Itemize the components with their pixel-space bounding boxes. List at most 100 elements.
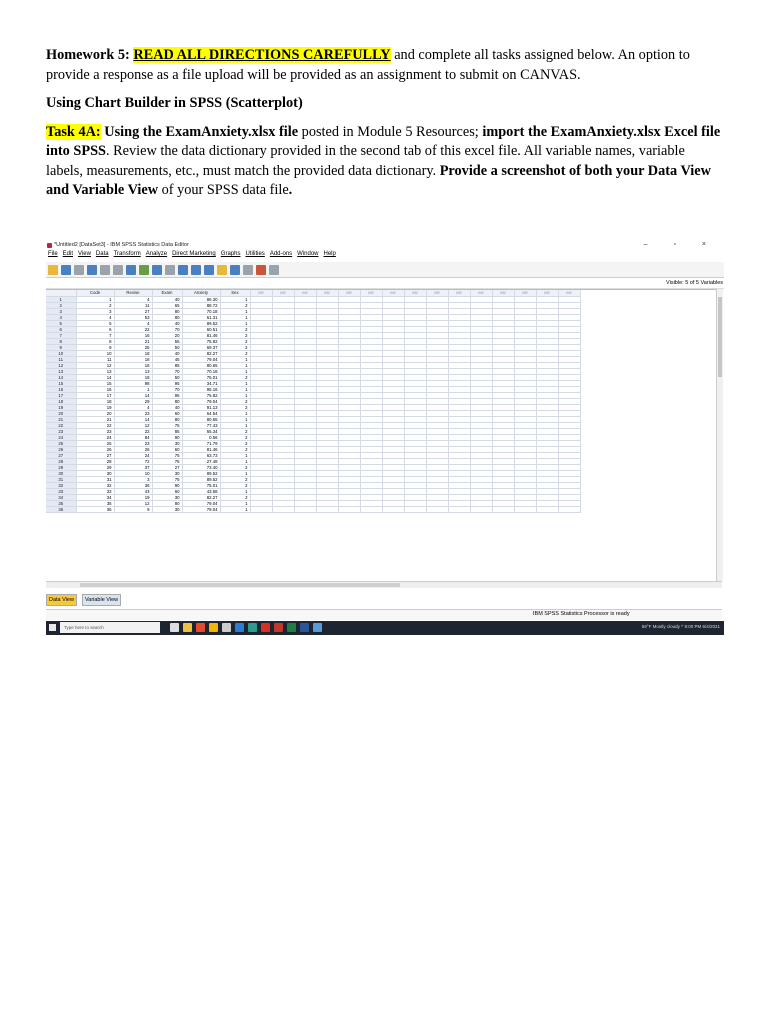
open-icon[interactable]: [48, 264, 58, 275]
menu-graphs[interactable]: Graphs: [221, 251, 241, 262]
menu-view[interactable]: View: [78, 251, 91, 262]
homework-document: Homework 5: READ ALL DIRECTIONS CAREFULL…: [46, 46, 722, 201]
use-sets-icon[interactable]: [256, 264, 266, 275]
empty-cell[interactable]: [338, 506, 361, 513]
file-explorer-icon[interactable]: [183, 623, 192, 632]
edge-icon[interactable]: [235, 623, 244, 632]
empty-cell[interactable]: [294, 506, 317, 513]
horizontal-scroll-thumb[interactable]: [80, 583, 400, 587]
value-labels-icon[interactable]: [243, 264, 253, 275]
menu-utilities[interactable]: Utilities: [245, 251, 264, 262]
tab-data-view[interactable]: Data View: [46, 594, 77, 606]
save-icon[interactable]: [61, 264, 71, 275]
section-heading-text: Using Chart Builder in SPSS (Scatterplot…: [46, 95, 303, 111]
spss-screenshot: *Untitled2 [DataSet3] - IBM SPSS Statist…: [46, 241, 724, 636]
menu-file[interactable]: File: [48, 251, 58, 262]
spss-menu-bar: File Edit View Data Transform Analyze Direct M…: [46, 251, 724, 262]
select-cases-icon[interactable]: [230, 264, 240, 275]
vertical-scrollbar[interactable]: [716, 289, 723, 581]
table-row: 36 36 9 30 79.04 1: [46, 506, 581, 513]
undo-icon[interactable]: [100, 264, 110, 275]
cell-revise[interactable]: 9: [114, 506, 153, 513]
menu-add-ons[interactable]: Add-ons: [270, 251, 292, 262]
menu-edit[interactable]: Edit: [63, 251, 73, 262]
empty-cell[interactable]: [492, 506, 515, 513]
insert-cases-icon[interactable]: [178, 264, 188, 275]
vertical-scroll-thumb[interactable]: [718, 297, 722, 377]
goto-case-icon[interactable]: [126, 264, 136, 275]
split-file-icon[interactable]: [204, 264, 214, 275]
goto-variable-icon[interactable]: [139, 264, 149, 275]
weight-cases-icon[interactable]: [217, 264, 227, 275]
insert-variable-icon[interactable]: [191, 264, 201, 275]
task-bold-1: Using the ExamAnxiety.xlsx file: [100, 123, 299, 140]
menu-data[interactable]: Data: [96, 251, 109, 262]
recall-dialog-icon[interactable]: [87, 264, 97, 275]
homework-intro: Homework 5: READ ALL DIRECTIONS CAREFULL…: [46, 46, 722, 85]
windows-taskbar: Type here to search 59°F Mostly cloudy ^…: [46, 621, 724, 635]
empty-cell[interactable]: [250, 506, 273, 513]
empty-cell[interactable]: [448, 506, 471, 513]
task-text-3: of your SPSS data file: [158, 182, 289, 198]
opera-icon[interactable]: [261, 623, 270, 632]
menu-help[interactable]: Help: [324, 251, 336, 262]
access-icon[interactable]: [274, 623, 283, 632]
empty-cell[interactable]: [404, 506, 427, 513]
word-icon[interactable]: [300, 623, 309, 632]
cell-code[interactable]: 36: [76, 506, 115, 513]
excel-icon[interactable]: [287, 623, 296, 632]
task-label: Task 4A:: [46, 123, 101, 140]
menu-analyze[interactable]: Analyze: [146, 251, 167, 262]
taskbar-apps: [170, 623, 322, 632]
cell-anxiety[interactable]: 79.04: [182, 506, 221, 513]
task-view-icon[interactable]: [170, 623, 179, 632]
section-heading: Using Chart Builder in SPSS (Scatterplot…: [46, 94, 722, 114]
directions-highlight: READ ALL DIRECTIONS CAREFULLY: [133, 47, 391, 63]
spss-taskbar-icon[interactable]: [313, 623, 322, 632]
window-controls[interactable]: – ▫ ×: [644, 241, 718, 248]
system-tray: 59°F Mostly cloudy ^ 9:00 PM 6/4/2021: [641, 624, 720, 629]
status-text: IBM SPSS Statistics Processor is ready: [533, 611, 630, 617]
windows-start-icon[interactable]: [49, 624, 56, 631]
empty-cell[interactable]: [558, 506, 581, 513]
row-number[interactable]: 36: [46, 506, 77, 513]
task-paragraph: Task 4A: Using the ExamAnxiety.xlsx file…: [46, 123, 722, 201]
data-table[interactable]: Code Revise Exam Anxiety Sex var var var var var v…: [46, 290, 581, 513]
empty-cell[interactable]: [382, 506, 405, 513]
empty-cell[interactable]: [272, 506, 295, 513]
redo-icon[interactable]: [113, 264, 123, 275]
taskbar-search-input[interactable]: Type here to search: [60, 622, 160, 633]
print-icon[interactable]: [74, 264, 84, 275]
status-bar: IBM SPSS Statistics Processor is ready: [46, 609, 722, 620]
empty-cell[interactable]: [316, 506, 339, 513]
spss-toolbar: [46, 262, 724, 278]
empty-cell[interactable]: [470, 506, 493, 513]
variables-icon[interactable]: [152, 264, 162, 275]
store-icon[interactable]: [222, 623, 231, 632]
horizontal-scrollbar[interactable]: [46, 581, 722, 588]
find-icon[interactable]: [165, 264, 175, 275]
visible-variables-label: Visible: 5 of 5 Variables: [666, 280, 723, 286]
menu-transform[interactable]: Transform: [114, 251, 141, 262]
empty-cell[interactable]: [426, 506, 449, 513]
view-tabs: Data View Variable View: [46, 591, 722, 606]
empty-cell[interactable]: [360, 506, 383, 513]
folder-icon[interactable]: [209, 623, 218, 632]
app-icon[interactable]: [248, 623, 257, 632]
empty-cell[interactable]: [514, 506, 537, 513]
chrome-icon[interactable]: [196, 623, 205, 632]
tab-variable-view[interactable]: Variable View: [82, 594, 122, 606]
spss-app-icon: [47, 243, 52, 248]
cell-exam[interactable]: 30: [152, 506, 183, 513]
data-grid[interactable]: Code Revise Exam Anxiety Sex var var var var var v…: [46, 289, 716, 582]
empty-cell[interactable]: [536, 506, 559, 513]
task-text-1: posted in Module 5 Resources;: [298, 123, 483, 140]
spss-window-title: *Untitled2 [DataSet3] - IBM SPSS Statist…: [54, 242, 189, 248]
cell-sex[interactable]: 1: [220, 506, 251, 513]
spss-title-bar: *Untitled2 [DataSet3] - IBM SPSS Statist…: [46, 241, 724, 251]
menu-direct-marketing[interactable]: Direct Marketing: [172, 251, 216, 262]
task-bold-4: .: [288, 182, 293, 198]
menu-window[interactable]: Window: [297, 251, 318, 262]
visible-variables-bar: Visible: 5 of 5 Variables: [46, 279, 724, 289]
spelling-icon[interactable]: [269, 264, 279, 275]
